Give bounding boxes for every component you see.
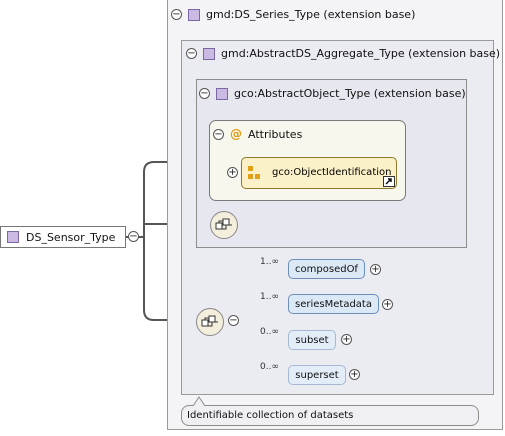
series-type-label: gmd:DS_Series_Type (extension base) bbox=[206, 8, 416, 21]
cardinality-label: 0..∞ bbox=[260, 327, 279, 337]
collapse-icon[interactable]: − bbox=[128, 231, 139, 242]
expand-icon[interactable]: + bbox=[341, 334, 352, 345]
expand-icon[interactable]: + bbox=[370, 264, 381, 275]
aggregate-type-header[interactable]: − gmd:AbstractDS_Aggregate_Type (extensi… bbox=[186, 47, 500, 60]
attributes-title: Attributes bbox=[248, 127, 303, 141]
element-label: composedOf bbox=[295, 263, 358, 275]
attribute-group-icon bbox=[248, 166, 260, 179]
element-composedof[interactable]: composedOf bbox=[288, 259, 365, 279]
complex-type-icon bbox=[216, 87, 228, 100]
collapse-icon[interactable]: − bbox=[228, 315, 239, 326]
sequence-icon[interactable] bbox=[210, 211, 238, 239]
object-type-label: gco:AbstractObject_Type (extension base) bbox=[234, 87, 466, 100]
root-element-label: DS_Sensor_Type bbox=[26, 230, 116, 244]
collapse-icon[interactable]: − bbox=[199, 88, 210, 99]
attribute-item-label: gco:ObjectIdentification bbox=[272, 167, 392, 178]
complex-type-icon bbox=[203, 47, 215, 60]
attribute-item[interactable]: gco:ObjectIdentification bbox=[241, 157, 397, 189]
complex-type-icon bbox=[7, 231, 19, 243]
reference-arrow-icon[interactable] bbox=[383, 176, 395, 187]
sequence-icon[interactable] bbox=[196, 308, 224, 336]
element-label: superset bbox=[295, 369, 339, 381]
element-superset[interactable]: superset bbox=[288, 365, 346, 385]
element-seriesmetadata[interactable]: seriesMetadata bbox=[288, 294, 379, 314]
documentation-note: Identifiable collection of datasets bbox=[181, 405, 479, 426]
expand-icon[interactable]: + bbox=[227, 167, 238, 178]
documentation-pointer bbox=[192, 396, 206, 406]
element-label: subset bbox=[295, 334, 329, 346]
documentation-text: Identifiable collection of datasets bbox=[187, 410, 354, 421]
element-label: seriesMetadata bbox=[295, 298, 372, 310]
cardinality-label: 0..∞ bbox=[260, 362, 279, 372]
collapse-icon[interactable]: − bbox=[213, 128, 224, 140]
object-type-header[interactable]: − gco:AbstractObject_Type (extension bas… bbox=[199, 87, 466, 100]
attributes-header[interactable]: − @ Attributes bbox=[213, 127, 302, 141]
series-type-header[interactable]: − gmd:DS_Series_Type (extension base) bbox=[171, 8, 415, 21]
expand-icon[interactable]: + bbox=[382, 299, 393, 310]
expand-icon[interactable]: + bbox=[349, 369, 360, 380]
root-element[interactable]: DS_Sensor_Type bbox=[0, 226, 126, 248]
collapse-icon[interactable]: − bbox=[171, 9, 182, 20]
collapse-icon[interactable]: − bbox=[186, 48, 197, 59]
cardinality-label: 1..∞ bbox=[260, 257, 279, 267]
element-subset[interactable]: subset bbox=[288, 330, 336, 350]
cardinality-label: 1..∞ bbox=[260, 292, 279, 302]
complex-type-icon bbox=[188, 8, 200, 21]
attribute-at-icon: @ bbox=[230, 127, 242, 141]
aggregate-type-label: gmd:AbstractDS_Aggregate_Type (extension… bbox=[221, 47, 501, 60]
